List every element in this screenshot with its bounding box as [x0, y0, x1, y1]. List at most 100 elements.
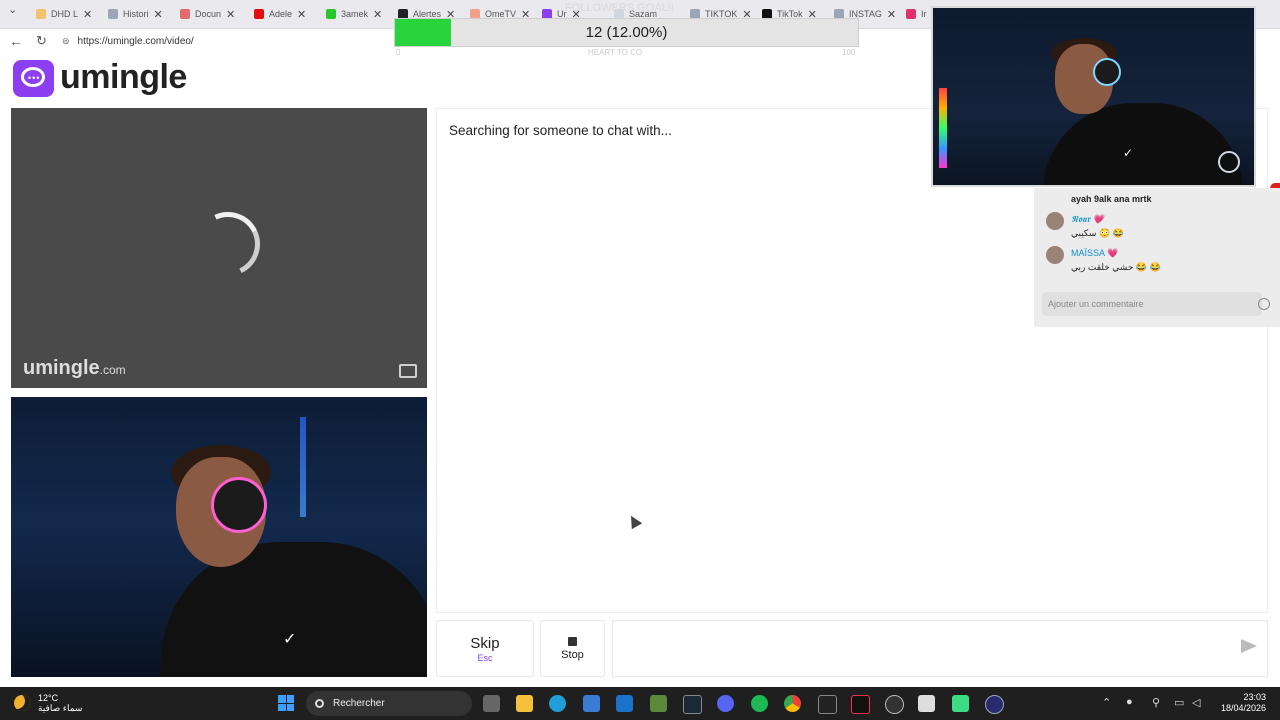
send-icon[interactable]: [1241, 639, 1257, 653]
chrome-icon[interactable]: [784, 695, 801, 712]
address-bar[interactable]: ⊜ https://umingle.com/video/: [62, 32, 402, 50]
emoji-icon[interactable]: [1258, 298, 1270, 310]
discord-icon[interactable]: [717, 695, 734, 712]
tiktok-icon[interactable]: [851, 695, 870, 714]
skip-label: Skip: [470, 634, 500, 652]
cam-circle-icon: [1218, 151, 1240, 173]
dots-icon: •••: [28, 73, 41, 83]
network-icon[interactable]: ▭: [1174, 696, 1184, 709]
steam-icon[interactable]: [683, 695, 702, 714]
taskbar-search[interactable]: Rechercher: [306, 691, 472, 716]
tab-close-icon[interactable]: ✕: [83, 8, 92, 21]
browser-tab[interactable]: Ir: [906, 4, 930, 24]
tab-favicon-icon: [254, 9, 264, 19]
capcut-icon[interactable]: [818, 695, 837, 714]
tab-close-icon[interactable]: ✕: [297, 8, 306, 21]
weather-text: سماء صافية: [38, 703, 83, 713]
store-icon[interactable]: [583, 695, 600, 712]
temperature: 12°C: [38, 693, 59, 703]
goal-subtitle: HEART TO CO: [588, 48, 643, 57]
browser-tab[interactable]: 3amek ✕: [326, 4, 390, 24]
file-explorer-icon[interactable]: [516, 695, 533, 712]
tab-favicon-icon: [326, 9, 336, 19]
tray-app-icon[interactable]: ●: [1126, 696, 1133, 708]
umingle-logo-icon[interactable]: •••: [13, 60, 54, 97]
clock[interactable]: 23:03 18/04/2026: [1221, 692, 1266, 714]
cam-person-body: [1043, 103, 1243, 185]
chat-avatar: [1046, 246, 1064, 264]
browser-tab[interactable]: DHD L ✕: [36, 4, 96, 24]
status-message: Searching for someone to chat with...: [449, 123, 672, 138]
minecraft-icon[interactable]: [650, 695, 667, 712]
start-button[interactable]: [278, 695, 294, 711]
chat-avatar: [1046, 212, 1064, 230]
tab-favicon-icon: [180, 9, 190, 19]
chat-username: 𝕹𝖔𝖚𝖗 💗: [1071, 214, 1104, 224]
browser-tab[interactable]: Adele ✕: [254, 4, 316, 24]
weather-widget[interactable]: 12°C سماء صافية: [14, 693, 82, 713]
tab-menu-chevron-icon[interactable]: ⌄: [8, 3, 17, 16]
microphone-icon[interactable]: ⚲: [1152, 696, 1160, 709]
volume-icon[interactable]: ◁: [1192, 696, 1200, 709]
video-watermark: umingle.com: [23, 357, 126, 380]
chat-username: MAÏSSA 💗: [1071, 248, 1119, 258]
tab-close-icon[interactable]: ✕: [154, 8, 163, 21]
chat-message-text: سكيبي 😳 😂: [1071, 228, 1124, 238]
led-strip: [300, 417, 306, 517]
skip-button[interactable]: Skip Esc: [436, 620, 534, 677]
goal-max: 100: [842, 48, 856, 57]
live-chat-overlay: ayah 9alk ana mrtk 𝕹𝖔𝖚𝖗 💗 سكيبي 😳 😂 MAÏS…: [1034, 188, 1280, 327]
headset-icon: [211, 477, 267, 533]
watermark-name: umingle: [23, 357, 100, 379]
outlook-icon[interactable]: [616, 695, 633, 712]
tab-favicon-icon: [906, 9, 916, 19]
browser-tab[interactable]: Histori ✕: [108, 4, 168, 24]
tab-favicon-icon: [36, 9, 46, 19]
chat-message-text: ayah 9alk ana mrtk: [1071, 194, 1152, 204]
app-circle-icon[interactable]: [985, 695, 1004, 714]
stop-button[interactable]: Stop: [540, 620, 605, 677]
stop-square-icon: [568, 636, 577, 646]
skip-shortcut-hint: Esc: [477, 652, 493, 663]
taskbar: 12°C سماء صافية Rechercher ⌃ ● ⚲ ▭ ◁ 23:…: [0, 687, 1280, 720]
tab-close-icon[interactable]: ✕: [373, 8, 382, 21]
site-info-icon[interactable]: ⊜: [62, 36, 70, 47]
clock-date: 18/04/2026: [1220, 703, 1266, 713]
person-body: [161, 542, 427, 677]
tab-close-icon[interactable]: ✕: [226, 8, 235, 21]
notepad-icon[interactable]: [918, 695, 935, 712]
close-icon[interactable]: ✕: [1262, 30, 1272, 44]
tab-label: Histori: [123, 9, 149, 19]
android-icon[interactable]: [952, 695, 969, 712]
stranger-video: umingle.com: [11, 108, 427, 388]
search-label: Rechercher: [333, 698, 385, 709]
url-text: https://umingle.com/video/: [77, 35, 194, 47]
message-input[interactable]: [612, 620, 1268, 677]
progress-label: 12 (12.00%): [585, 24, 668, 41]
tab-label: DHD L: [51, 9, 79, 19]
obs-icon[interactable]: [885, 695, 904, 714]
spotify-icon[interactable]: [751, 695, 768, 712]
tab-label: Adele: [269, 9, 293, 19]
report-flag-icon[interactable]: [399, 364, 417, 378]
chat-message-text: حشي خلقت ربي 😂 😂: [1071, 262, 1161, 272]
reload-icon[interactable]: ↻: [36, 33, 47, 49]
logo-text[interactable]: umingle: [60, 58, 187, 97]
cam-nike-logo-icon: ✓: [1123, 146, 1134, 160]
tray-chevron-icon[interactable]: ⌃: [1102, 696, 1111, 709]
comment-placeholder: Ajouter un commentaire: [1048, 299, 1144, 309]
stop-label: Stop: [561, 648, 584, 661]
edge-icon[interactable]: [549, 695, 566, 712]
comment-input[interactable]: Ajouter un commentaire: [1042, 292, 1270, 316]
moon-icon: [14, 695, 30, 711]
search-icon: [315, 699, 324, 708]
tab-close-icon[interactable]: ✕: [887, 8, 896, 21]
followers-goal-progress: 12 (12.00%): [394, 18, 859, 47]
browser-tab[interactable]: Docun ✕: [180, 4, 242, 24]
goal-min: 0: [396, 48, 401, 57]
back-arrow-icon[interactable]: ←: [9, 33, 23, 49]
tab-favicon-icon: [108, 9, 118, 19]
task-view-icon[interactable]: [483, 695, 500, 712]
tab-label: Docun: [195, 9, 222, 19]
self-video: ✓: [11, 397, 427, 677]
